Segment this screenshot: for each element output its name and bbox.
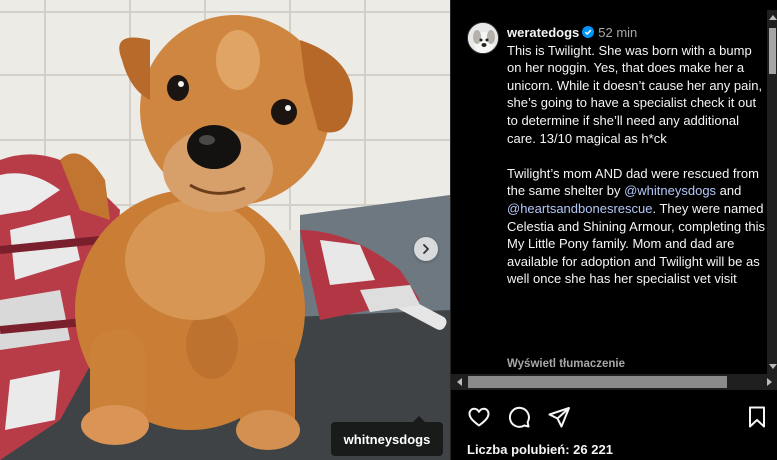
translate-link[interactable]: Wyświetl tłumaczenie <box>507 358 625 370</box>
comment-icon <box>508 406 530 428</box>
post-time[interactable]: 52 min <box>598 25 637 40</box>
post-photo[interactable]: whitneysdogs <box>0 0 450 460</box>
mention-whitneysdogs[interactable]: @whitneysdogs <box>624 183 716 198</box>
caption-paragraph-2: Twilight’s mom AND dad were rescued from… <box>507 165 765 288</box>
send-icon <box>548 407 570 428</box>
scroll-right-icon[interactable] <box>767 378 772 386</box>
caption-paragraph-1: This is Twilight. She was born with a bu… <box>507 42 763 146</box>
verified-badge-icon <box>582 26 595 38</box>
chevron-right-icon <box>423 244 429 254</box>
share-button[interactable] <box>547 405 571 429</box>
vertical-scrollbar[interactable] <box>767 10 777 374</box>
hscroll-thumb[interactable] <box>468 376 727 388</box>
avatar[interactable] <box>467 22 499 54</box>
scroll-left-icon[interactable] <box>457 378 462 386</box>
bookmark-icon <box>749 406 765 428</box>
next-photo-button[interactable] <box>414 237 438 261</box>
username-link[interactable]: weratedogs <box>507 25 579 40</box>
caption-scroll-area[interactable]: weratedogs 52 min This is Twilight. She w… <box>451 12 769 372</box>
scroll-thumb[interactable] <box>769 28 776 74</box>
heart-icon <box>468 407 490 427</box>
post-caption: weratedogs 52 min This is Twilight. She w… <box>507 24 765 288</box>
user-tag-label: whitneysdogs <box>343 431 431 447</box>
horizontal-scrollbar[interactable] <box>451 374 777 390</box>
save-button[interactable] <box>745 405 769 429</box>
caption-p2-and: and <box>719 183 742 199</box>
like-button[interactable] <box>467 405 491 429</box>
post-actions <box>451 392 777 432</box>
puppy-photo-illustration <box>0 0 450 460</box>
dog-avatar-icon <box>468 23 498 53</box>
post-sidebar: weratedogs 52 min This is Twilight. She w… <box>450 0 777 460</box>
scroll-up-icon[interactable] <box>769 15 777 20</box>
user-tag[interactable]: whitneysdogs <box>331 416 443 456</box>
comment-button[interactable] <box>507 405 531 429</box>
likes-count[interactable]: Liczba polubień: 26 221 <box>467 442 613 457</box>
mention-heartsandbonesrescue[interactable]: @heartsandbonesrescue <box>507 201 652 216</box>
scroll-down-icon[interactable] <box>769 364 777 369</box>
